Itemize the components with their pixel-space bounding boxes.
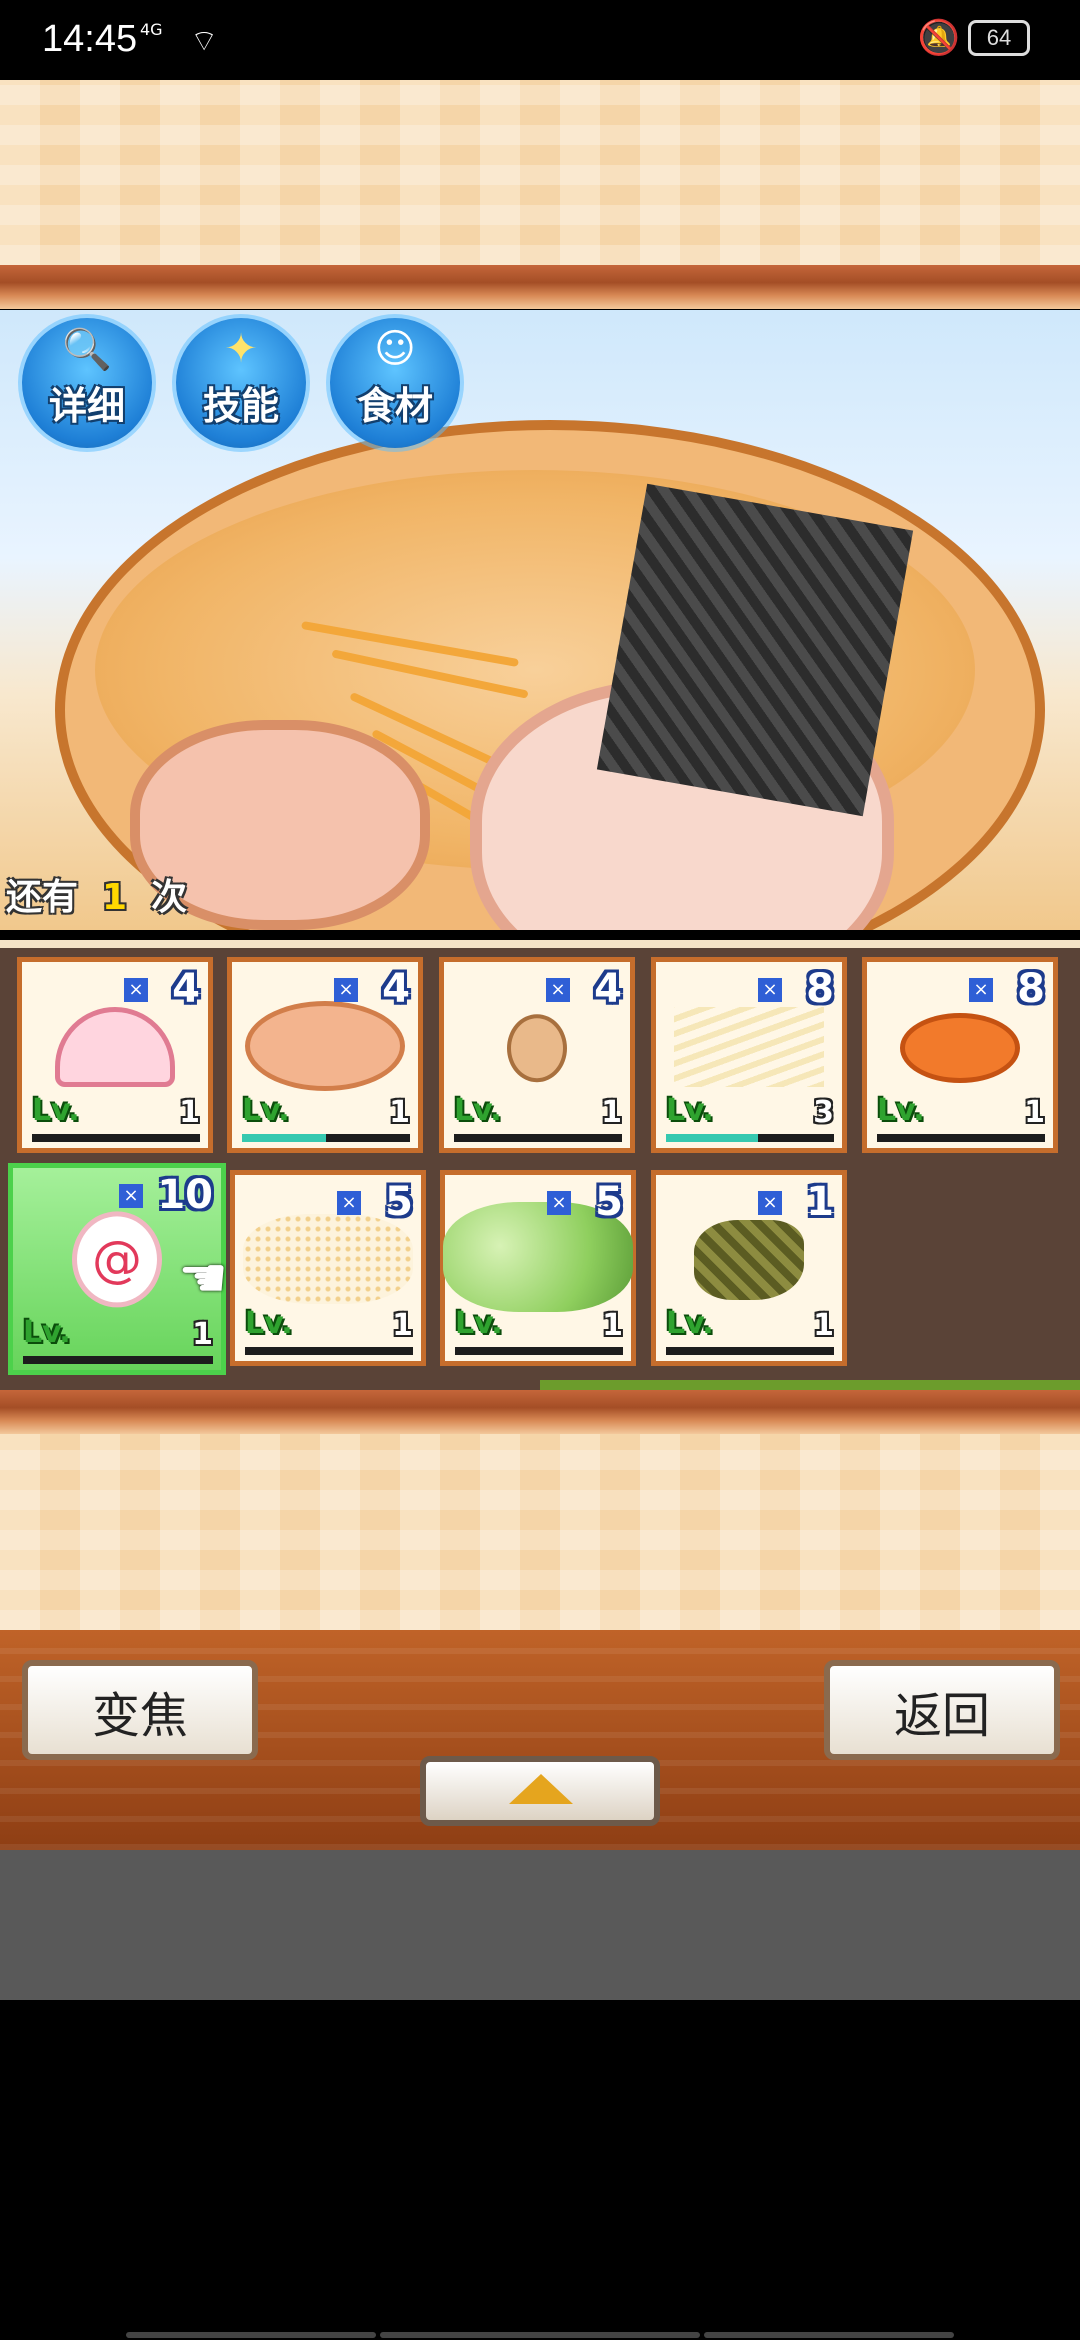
count-multiplier-icon: ×: [337, 1191, 361, 1215]
status-bar: 14:45 4G ⌔ 🔕 64: [0, 0, 1080, 80]
level-label: Lv.: [32, 1093, 80, 1128]
pointer-hand-icon: ☚: [178, 1246, 229, 1311]
level-progress-bar: [245, 1347, 413, 1355]
expand-up-button[interactable]: [420, 1756, 660, 1826]
detail-button[interactable]: 🔍 详细: [22, 318, 152, 448]
top-rail: [0, 265, 1080, 309]
ingredient-count: 1: [806, 1179, 834, 1225]
level-label: Lv.: [242, 1093, 290, 1128]
level-progress-fill: [666, 1134, 759, 1142]
ingredient-count: 5: [385, 1179, 413, 1225]
level-value: 1: [1024, 1095, 1045, 1130]
chef-icon: ☺: [374, 326, 416, 372]
level-progress-bar: [666, 1347, 834, 1355]
count-multiplier-icon: ×: [546, 978, 570, 1002]
level-label: Lv.: [877, 1093, 925, 1128]
count-multiplier-icon: ×: [334, 978, 358, 1002]
grid-scrollbar[interactable]: [540, 1380, 1080, 1390]
nori-sheet: [596, 483, 914, 817]
ingredient-tile-carrot[interactable]: × 8 Lv. 1: [862, 957, 1058, 1153]
level-progress-bar: [877, 1134, 1045, 1142]
count-multiplier-icon: ×: [119, 1184, 143, 1208]
seaweed-icon: [694, 1220, 804, 1300]
level-value: 1: [813, 1308, 834, 1343]
zoom-button[interactable]: 变焦: [22, 1660, 258, 1760]
nav-handle: [126, 2332, 376, 2338]
bottom-wood-panel: [0, 1434, 1080, 1630]
ingredient-count: 8: [806, 966, 834, 1012]
bean-sprouts-icon: [674, 1007, 824, 1087]
level-value: 1: [392, 1308, 413, 1343]
ingredient-tile-egg[interactable]: × 4 Lv. 1: [439, 957, 635, 1153]
sesame-icon: [243, 1214, 413, 1304]
ingredient-tile-sesame[interactable]: × 5 Lv. 1: [230, 1170, 426, 1366]
ingredient-count: 4: [172, 966, 200, 1012]
ingredient-count: 4: [382, 966, 410, 1012]
chicken-icon: [245, 1001, 405, 1091]
level-label: Lv.: [245, 1306, 293, 1341]
level-value: 1: [192, 1317, 213, 1352]
ingredient-tile-cabbage[interactable]: × 5 Lv. 1: [440, 1170, 636, 1366]
count-multiplier-icon: ×: [547, 1191, 571, 1215]
level-value: 1: [179, 1095, 200, 1130]
ingredient-count: 5: [595, 1179, 623, 1225]
count-multiplier-icon: ×: [758, 1191, 782, 1215]
count-multiplier-icon: ×: [758, 978, 782, 1002]
mid-rail: [0, 1390, 1080, 1434]
status-time: 14:45: [42, 18, 138, 60]
kamaboko-icon: [55, 1007, 175, 1087]
level-progress-fill: [242, 1134, 326, 1142]
skill-button[interactable]: ✦ 技能: [176, 318, 306, 448]
level-label: Lv.: [454, 1093, 502, 1128]
count-multiplier-icon: ×: [969, 978, 993, 1002]
nav-handle: [704, 2332, 954, 2338]
level-progress-bar: [242, 1134, 410, 1142]
level-label: Lv.: [666, 1306, 714, 1341]
nav-handle: [380, 2332, 700, 2338]
ingredient-tile-chicken[interactable]: × 4 Lv. 1: [227, 957, 423, 1153]
wifi-icon: ⌔: [190, 24, 219, 59]
ingredient-tile-bean-sprouts[interactable]: × 8 Lv. 3: [651, 957, 847, 1153]
level-progress-bar: [455, 1347, 623, 1355]
count-multiplier-icon: ×: [124, 978, 148, 1002]
ingredient-count: 10: [157, 1172, 213, 1218]
top-wood-panel: [0, 80, 1080, 265]
back-button[interactable]: 返回: [824, 1660, 1060, 1760]
ingredient-tile-kamaboko[interactable]: × 4 Lv. 1: [17, 957, 213, 1153]
magnifier-icon: 🔍: [62, 327, 112, 373]
level-progress-bar: [32, 1134, 200, 1142]
ingredient-count: 8: [1017, 966, 1045, 1012]
ingredient-tile-seaweed[interactable]: × 1 Lv. 1: [651, 1170, 847, 1366]
ingredient-button[interactable]: ☺ 食材: [330, 318, 460, 448]
carrot-icon: [900, 1013, 1020, 1083]
level-value: 1: [389, 1095, 410, 1130]
naruto-icon: @: [72, 1211, 162, 1308]
level-label: Lv.: [23, 1315, 71, 1350]
signal-icon: 4G: [140, 20, 163, 39]
gray-band: [0, 1850, 1080, 2000]
battery-icon: 64: [968, 20, 1030, 56]
arrow-up-icon: [509, 1774, 573, 1804]
level-label: Lv.: [666, 1093, 714, 1128]
level-progress-bar: [666, 1134, 834, 1142]
level-value: 3: [813, 1095, 834, 1130]
egg-icon: [507, 1014, 567, 1083]
ramen-scene: [0, 310, 1080, 930]
level-label: Lv.: [455, 1306, 503, 1341]
vibrate-icon: 🔕: [917, 18, 960, 58]
level-progress-bar: [454, 1134, 622, 1142]
sparkle-icon: ✦: [224, 326, 258, 372]
remaining-count: 还有 1 次: [6, 877, 188, 918]
level-progress-bar: [23, 1356, 213, 1364]
level-value: 1: [601, 1095, 622, 1130]
level-value: 1: [602, 1308, 623, 1343]
ingredient-count: 4: [594, 966, 622, 1012]
navigation-bar: [0, 2320, 1080, 2340]
